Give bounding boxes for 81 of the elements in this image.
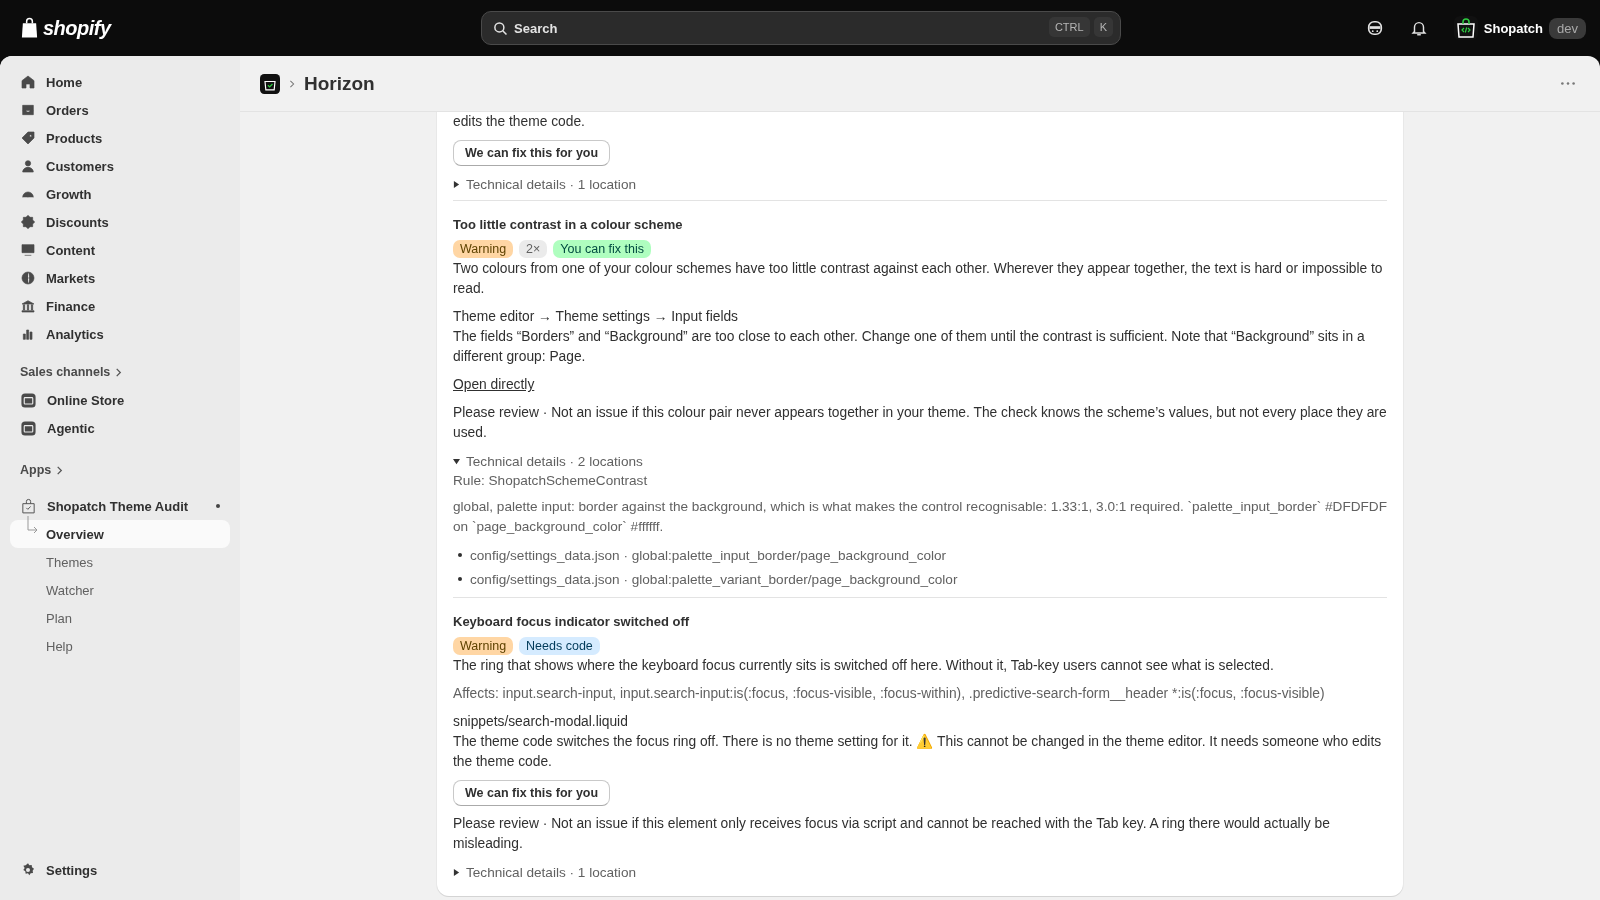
nav-icon — [20, 102, 36, 118]
review-note: Please review · Not an issue if this colour pair never appears together in your theme. The check knows the scheme’s values, but not every place they are used. — [453, 404, 1387, 442]
nav-item[interactable]: Content — [10, 236, 230, 264]
issue-description: The ring that shows where the keyboard focus currently sits is switched off here. Without it, Tab-key users cannot see what is selected. — [453, 657, 1275, 675]
nav-icon — [20, 242, 36, 258]
channel-icon — [20, 419, 37, 437]
location-path: snippets/search-modal.liquid — [453, 713, 629, 731]
status-badge: Needs code — [519, 637, 600, 655]
status-badge: Warning — [453, 637, 514, 655]
technical-details-toggle[interactable]: Technical details · 1 location — [453, 174, 1387, 194]
nav-item[interactable]: Growth — [10, 180, 230, 208]
nav-item[interactable]: Markets — [10, 264, 230, 292]
search-icon — [493, 21, 508, 36]
bullet-icon — [458, 553, 462, 557]
fix-for-me-button[interactable]: We can fix this for you — [453, 780, 611, 806]
nav-item[interactable]: Analytics — [10, 320, 230, 348]
issue-title: Too little contrast in a colour scheme — [453, 217, 684, 232]
location-item: config/settings_data.json · global:palette_variant_border/page_background_color — [470, 571, 958, 587]
settings-nav-item[interactable]: Settings — [10, 856, 230, 884]
chevron-right-icon — [114, 367, 124, 377]
nav-icon — [20, 326, 36, 342]
fix-for-me-button[interactable]: We can fix this for you — [453, 140, 611, 166]
nav-icon — [20, 74, 36, 90]
tree-connector-icon — [26, 516, 40, 536]
nav-icon — [20, 158, 36, 174]
section-heading-link[interactable]: Sales channels — [10, 358, 230, 386]
status-badge: Warning — [453, 240, 514, 258]
nav-item[interactable]: Agentic — [10, 414, 230, 442]
keyboard-key: CTRL — [1048, 17, 1090, 37]
nav-item[interactable]: Discounts — [10, 208, 230, 236]
store-menu[interactable]: Shopatch dev — [1453, 16, 1586, 40]
rule-name: Rule: ShopatchSchemeContrast — [453, 472, 649, 490]
environment-badge: dev — [1549, 17, 1586, 39]
technical-details-toggle[interactable]: Technical details · 1 location — [453, 862, 1387, 882]
channel-icon — [20, 391, 37, 409]
nav-item[interactable]: Products — [10, 124, 230, 152]
location-path: Theme editor → Theme settings → Input fields — [453, 308, 739, 326]
disclosure-triangle-icon — [453, 868, 460, 876]
disclosure-triangle-icon — [453, 457, 460, 465]
review-note: Please review · Not an issue if this element only receives focus via script and cannot be reached with the Tab key. A ring there would actually be misleading. — [453, 815, 1331, 853]
nav-item[interactable]: Home — [10, 68, 230, 96]
rule-description: global, palette input: border against the background, which is what makes the control recognisable: 1.33:1, 3.0:1 required. `palette_input_border` #DFDFDF on `page_background_color` #ffffff. — [453, 498, 1387, 536]
affected-selectors: Affects: input.search-input, input.search-input:is(:focus, :focus-visible, :focus-within), .predictive-search-form__header *:is(:focus, :focus-visible) — [453, 685, 1326, 703]
nav-item[interactable]: Finance — [10, 292, 230, 320]
bell-icon[interactable] — [1409, 19, 1428, 37]
issue-description: The theme code switches the focus ring off. There is no theme setting for it. ⚠ This cannot be changed in the theme editor. It needs someone who edits the theme code. — [453, 733, 1383, 771]
breadcrumb-chevron-icon — [288, 78, 296, 89]
sub-nav-item[interactable]: Themes — [10, 548, 230, 576]
location-item: config/settings_data.json · global:palette_input_border/page_background_color — [470, 547, 947, 563]
issue-description: edits the theme code. — [453, 113, 586, 131]
sub-nav-item[interactable]: Help — [10, 632, 230, 660]
nav-icon — [20, 214, 36, 230]
nav-icon — [20, 298, 36, 314]
robot-face-icon[interactable] — [1365, 19, 1384, 37]
shopping-bag-check-icon — [20, 497, 37, 515]
store-name: Shopatch — [1483, 20, 1544, 36]
status-badge: 2× — [519, 240, 548, 258]
nav-item[interactable]: Online Store — [10, 386, 230, 414]
disclosure-triangle-icon — [453, 180, 460, 188]
issue-title: Keyboard focus indicator switched off — [453, 614, 691, 629]
page-title: Horizon — [304, 72, 375, 95]
more-actions-icon[interactable] — [1560, 81, 1576, 86]
logo-wordmark[interactable]: shopify — [43, 16, 111, 40]
status-dot — [216, 504, 220, 508]
bullet-icon — [458, 577, 462, 581]
nav-icon — [20, 270, 36, 286]
status-badge: You can fix this — [553, 240, 651, 258]
nav-item[interactable]: Customers — [10, 152, 230, 180]
technical-details-toggle[interactable]: Technical details · 2 locations — [453, 451, 1387, 471]
nav-icon — [20, 130, 36, 146]
issue-description: The fields “Borders” and “Background” are too close to each other. Change one of them until the contrast is sufficient. Note that “Background” sits in a different group: Page. — [453, 328, 1366, 366]
chevron-right-icon — [55, 465, 65, 475]
open-directly-link[interactable]: Open directly — [453, 377, 535, 392]
section-heading-link[interactable]: Apps — [10, 456, 230, 484]
nav-item[interactable]: Orders — [10, 96, 230, 124]
issue-description: Two colours from one of your colour schemes have too little contrast against each other. Wherever they appear together, the text is hard or impossible to read. — [453, 260, 1384, 298]
shopping-bag-icon — [20, 17, 39, 39]
app-nav-item[interactable]: Shopatch Theme Audit — [10, 492, 230, 520]
sub-nav-item[interactable]: Plan — [10, 604, 230, 632]
app-logo-icon[interactable] — [260, 73, 280, 94]
sub-nav-item[interactable]: Watcher — [10, 576, 230, 604]
